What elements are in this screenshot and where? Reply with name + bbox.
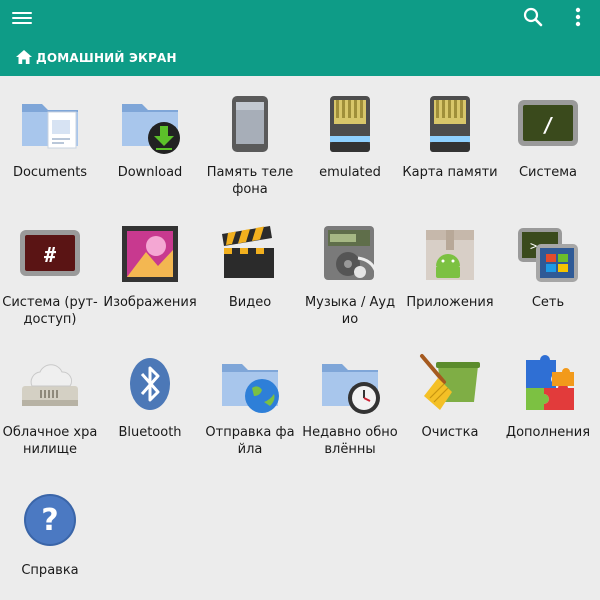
grid-item-label: Видео: [228, 295, 272, 310]
grid-item-images[interactable]: Изображения: [102, 222, 198, 311]
grid-item-download[interactable]: Download: [102, 92, 198, 181]
grid-item-label: Система (рут-доступ): [2, 295, 98, 327]
addons-puzzle-icon: [516, 352, 580, 416]
grid-item-documents[interactable]: Documents: [2, 92, 98, 181]
root-access-icon: #: [18, 222, 82, 286]
grid-item-label: Облачное хранилище: [2, 425, 98, 457]
grid-item-label: Память телефона: [206, 165, 294, 197]
grid-item-cleanup[interactable]: Очистка: [402, 352, 498, 441]
grid-item-label: emulated: [319, 165, 381, 180]
grid-item-video[interactable]: Видео: [202, 222, 298, 311]
breadcrumb[interactable]: ДОМАШНИЙ ЭКРАН: [16, 49, 177, 68]
grid-item-system-root[interactable]: # Система (рут-доступ): [2, 222, 98, 328]
grid-item-recent[interactable]: Недавно обновлённы: [302, 352, 398, 458]
bluetooth-icon: [118, 352, 182, 416]
grid-item-label: Отправка файла: [205, 425, 295, 457]
cloud-storage-icon: [18, 352, 82, 416]
grid-item-emulated[interactable]: emulated: [302, 92, 398, 181]
grid-item-bluetooth[interactable]: Bluetooth: [102, 352, 198, 441]
grid-item-label: Недавно обновлённы: [302, 425, 398, 457]
grid-item-memory-card[interactable]: Карта памяти: [402, 92, 498, 181]
hamburger-menu-icon[interactable]: [12, 9, 32, 25]
more-vertical-icon[interactable]: [570, 6, 586, 28]
grid-item-label: Изображения: [103, 295, 197, 310]
recent-clock-folder-icon: [318, 352, 382, 416]
grid-item-label: Приложения: [406, 295, 494, 310]
help-icon: ?: [18, 490, 82, 554]
grid-item-label: Сеть: [531, 295, 565, 310]
grid-item-label: Система: [518, 165, 578, 180]
grid-item-cloud[interactable]: Облачное хранилище: [2, 352, 98, 458]
grid-item-label: Музыка / Аудио: [304, 295, 396, 327]
grid-item-addons[interactable]: Дополнения: [500, 352, 596, 441]
grid-item-label: Download: [117, 165, 183, 180]
phone-memory-icon: [218, 92, 282, 156]
search-icon[interactable]: [522, 6, 544, 28]
grid-item-label: Справка: [21, 563, 79, 578]
apps-android-box-icon: [418, 222, 482, 286]
svg-text:?: ?: [41, 503, 58, 538]
breadcrumb-label: ДОМАШНИЙ ЭКРАН: [36, 51, 177, 65]
grid-item-label: Очистка: [421, 425, 479, 440]
grid-item-network[interactable]: >_ Сеть: [500, 222, 596, 311]
svg-text:/: /: [542, 113, 554, 137]
sd-card-icon: [318, 92, 382, 156]
grid-item-apps[interactable]: Приложения: [402, 222, 498, 311]
grid-item-system[interactable]: / Система: [500, 92, 596, 181]
images-icon: [118, 222, 182, 286]
app-bar: ДОМАШНИЙ ЭКРАН: [0, 0, 600, 76]
download-folder-icon: [118, 92, 182, 156]
network-icon: >_: [516, 222, 580, 286]
home-icon: [16, 49, 32, 68]
send-file-globe-icon: [218, 352, 282, 416]
grid-item-help[interactable]: ? Справка: [2, 490, 98, 579]
system-root-icon: /: [516, 92, 580, 156]
grid-item-phone-memory[interactable]: Память телефона: [202, 92, 298, 198]
grid-item-send-file[interactable]: Отправка файла: [202, 352, 298, 458]
grid-item-label: Documents: [12, 165, 88, 180]
music-audio-icon: [318, 222, 382, 286]
grid-item-label: Bluetooth: [118, 425, 182, 440]
sd-card-icon: [418, 92, 482, 156]
cleanup-broom-icon: [418, 352, 482, 416]
documents-folder-icon: [18, 92, 82, 156]
grid-item-music[interactable]: Музыка / Аудио: [302, 222, 398, 328]
svg-text:#: #: [44, 243, 56, 267]
grid-item-label: Карта памяти: [402, 165, 498, 180]
grid-item-label: Дополнения: [505, 425, 591, 440]
video-clapper-icon: [218, 222, 282, 286]
